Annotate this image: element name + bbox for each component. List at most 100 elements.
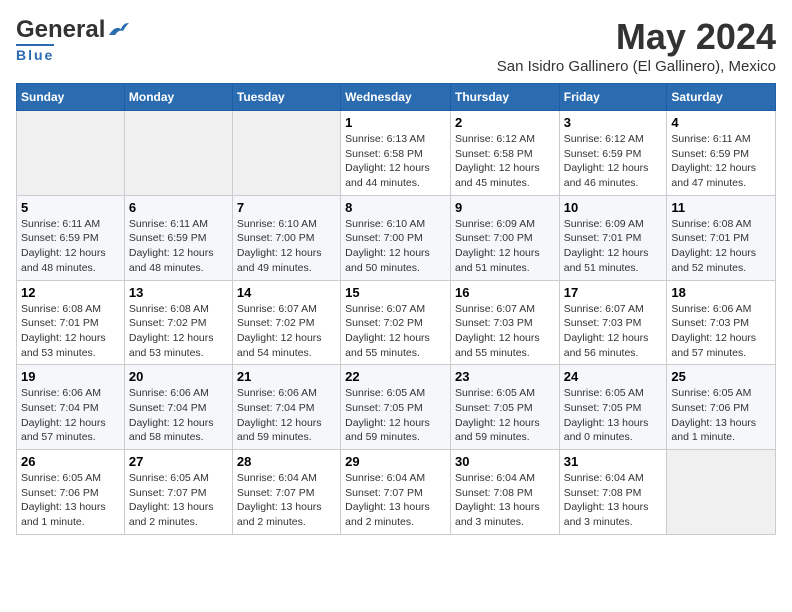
- day-number: 16: [455, 285, 555, 300]
- header-wednesday: Wednesday: [341, 84, 451, 111]
- header-friday: Friday: [559, 84, 667, 111]
- calendar-cell: 2Sunrise: 6:12 AMSunset: 6:58 PMDaylight…: [450, 111, 559, 196]
- page-header: General Blue May 2024 San Isidro Galline…: [16, 16, 776, 75]
- calendar-cell: 19Sunrise: 6:06 AMSunset: 7:04 PMDayligh…: [17, 365, 125, 450]
- calendar-cell: [124, 111, 232, 196]
- day-info: Sunrise: 6:06 AMSunset: 7:03 PMDaylight:…: [671, 302, 771, 361]
- header-saturday: Saturday: [667, 84, 776, 111]
- day-info: Sunrise: 6:11 AMSunset: 6:59 PMDaylight:…: [21, 217, 120, 276]
- day-info: Sunrise: 6:04 AMSunset: 7:08 PMDaylight:…: [564, 471, 663, 530]
- header-monday: Monday: [124, 84, 232, 111]
- calendar-cell: 22 Sunrise: 6:05 AMSunset: 7:05 PMDayligh…: [341, 365, 451, 450]
- day-number: 4: [671, 115, 771, 130]
- calendar-subtitle: San Isidro Gallinero (El Gallinero), Mex…: [497, 58, 776, 75]
- day-number: 20: [129, 369, 228, 384]
- day-info: Sunrise: 6:09 AMSunset: 7:00 PMDaylight:…: [455, 217, 555, 276]
- day-info: Sunrise: 6:04 AMSunset: 7:08 PMDaylight:…: [455, 471, 555, 530]
- day-info: Sunrise: 6:10 AMSunset: 7:00 PMDaylight:…: [237, 217, 336, 276]
- calendar-cell: 27 Sunrise: 6:05 AMSunset: 7:07 PMDayligh…: [124, 450, 232, 535]
- calendar-cell: 3 Sunrise: 6:12 AMSunset: 6:59 PMDaylight…: [559, 111, 667, 196]
- calendar-cell: 1 Sunrise: 6:13 AMSunset: 6:58 PMDaylight…: [341, 111, 451, 196]
- calendar-cell: 26 Sunrise: 6:05 AMSunset: 7:06 PMDayligh…: [17, 450, 125, 535]
- calendar-cell: 12 Sunrise: 6:08 AMSunset: 7:01 PMDayligh…: [17, 280, 125, 365]
- logo-blue: Blue: [16, 44, 54, 63]
- day-info: Sunrise: 6:09 AMSunset: 7:01 PMDaylight:…: [564, 217, 663, 276]
- day-number: 9: [455, 200, 555, 215]
- calendar-cell: 25 Sunrise: 6:05 AMSunset: 7:06 PMDayligh…: [667, 365, 776, 450]
- header-tuesday: Tuesday: [232, 84, 340, 111]
- calendar-cell: 13 Sunrise: 6:08 AMSunset: 7:02 PMDayligh…: [124, 280, 232, 365]
- day-info: Sunrise: 6:05 AMSunset: 7:07 PMDaylight:…: [129, 471, 228, 530]
- day-number: 1: [345, 115, 446, 130]
- calendar-cell: 4 Sunrise: 6:11 AMSunset: 6:59 PMDaylight…: [667, 111, 776, 196]
- day-info: Sunrise: 6:12 AMSunset: 6:59 PMDaylight:…: [564, 132, 663, 191]
- calendar-week-3: 12 Sunrise: 6:08 AMSunset: 7:01 PMDayligh…: [17, 280, 776, 365]
- day-number: 28: [237, 454, 336, 469]
- day-info: Sunrise: 6:06 AMSunset: 7:04 PMDaylight:…: [129, 386, 228, 445]
- calendar-week-4: 19Sunrise: 6:06 AMSunset: 7:04 PMDayligh…: [17, 365, 776, 450]
- calendar-cell: 31 Sunrise: 6:04 AMSunset: 7:08 PMDayligh…: [559, 450, 667, 535]
- day-info: Sunrise: 6:05 AMSunset: 7:05 PMDaylight:…: [345, 386, 446, 445]
- day-number: 11: [671, 200, 771, 215]
- day-info: Sunrise: 6:11 AMSunset: 6:59 PMDaylight:…: [129, 217, 228, 276]
- day-number: 12: [21, 285, 120, 300]
- day-number: 17: [564, 285, 663, 300]
- day-info: Sunrise: 6:06 AMSunset: 7:04 PMDaylight:…: [21, 386, 120, 445]
- day-info: Sunrise: 6:07 AMSunset: 7:02 PMDaylight:…: [345, 302, 446, 361]
- calendar-cell: 28 Sunrise: 6:04 AMSunset: 7:07 PMDayligh…: [232, 450, 340, 535]
- day-info: Sunrise: 6:07 AMSunset: 7:03 PMDaylight:…: [455, 302, 555, 361]
- day-number: 22: [345, 369, 446, 384]
- calendar-cell: 15Sunrise: 6:07 AMSunset: 7:02 PMDayligh…: [341, 280, 451, 365]
- calendar-week-2: 5 Sunrise: 6:11 AMSunset: 6:59 PMDaylight…: [17, 195, 776, 280]
- day-number: 10: [564, 200, 663, 215]
- day-number: 26: [21, 454, 120, 469]
- day-info: Sunrise: 6:10 AMSunset: 7:00 PMDaylight:…: [345, 217, 446, 276]
- calendar-cell: 8Sunrise: 6:10 AMSunset: 7:00 PMDaylight…: [341, 195, 451, 280]
- day-info: Sunrise: 6:04 AMSunset: 7:07 PMDaylight:…: [237, 471, 336, 530]
- logo-bird-icon: [107, 21, 129, 39]
- header-thursday: Thursday: [450, 84, 559, 111]
- calendar-cell: 10 Sunrise: 6:09 AMSunset: 7:01 PMDayligh…: [559, 195, 667, 280]
- calendar-cell: 9 Sunrise: 6:09 AMSunset: 7:00 PMDaylight…: [450, 195, 559, 280]
- day-info: Sunrise: 6:08 AMSunset: 7:01 PMDaylight:…: [21, 302, 120, 361]
- day-number: 27: [129, 454, 228, 469]
- day-info: Sunrise: 6:05 AMSunset: 7:06 PMDaylight:…: [671, 386, 771, 445]
- day-info: Sunrise: 6:06 AMSunset: 7:04 PMDaylight:…: [237, 386, 336, 445]
- day-info: Sunrise: 6:08 AMSunset: 7:02 PMDaylight:…: [129, 302, 228, 361]
- day-number: 6: [129, 200, 228, 215]
- day-number: 18: [671, 285, 771, 300]
- logo-general: General: [16, 16, 105, 44]
- calendar-cell: 21 Sunrise: 6:06 AMSunset: 7:04 PMDayligh…: [232, 365, 340, 450]
- calendar-cell: 11 Sunrise: 6:08 AMSunset: 7:01 PMDayligh…: [667, 195, 776, 280]
- day-number: 5: [21, 200, 120, 215]
- calendar-cell: [667, 450, 776, 535]
- calendar-week-5: 26 Sunrise: 6:05 AMSunset: 7:06 PMDayligh…: [17, 450, 776, 535]
- calendar-cell: [17, 111, 125, 196]
- calendar-header-row: Sunday Monday Tuesday Wednesday Thursday…: [17, 84, 776, 111]
- day-number: 21: [237, 369, 336, 384]
- day-info: Sunrise: 6:11 AMSunset: 6:59 PMDaylight:…: [671, 132, 771, 191]
- calendar-cell: 14Sunrise: 6:07 AMSunset: 7:02 PMDayligh…: [232, 280, 340, 365]
- calendar-cell: 24Sunrise: 6:05 AMSunset: 7:05 PMDayligh…: [559, 365, 667, 450]
- day-number: 13: [129, 285, 228, 300]
- day-info: Sunrise: 6:13 AMSunset: 6:58 PMDaylight:…: [345, 132, 446, 191]
- day-info: Sunrise: 6:07 AMSunset: 7:02 PMDaylight:…: [237, 302, 336, 361]
- day-number: 24: [564, 369, 663, 384]
- day-number: 31: [564, 454, 663, 469]
- calendar-cell: 7Sunrise: 6:10 AMSunset: 7:00 PMDaylight…: [232, 195, 340, 280]
- calendar-table: Sunday Monday Tuesday Wednesday Thursday…: [16, 83, 776, 535]
- calendar-title: May 2024: [497, 16, 776, 58]
- day-number: 3: [564, 115, 663, 130]
- day-info: Sunrise: 6:07 AMSunset: 7:03 PMDaylight:…: [564, 302, 663, 361]
- calendar-week-1: 1 Sunrise: 6:13 AMSunset: 6:58 PMDaylight…: [17, 111, 776, 196]
- calendar-cell: 5 Sunrise: 6:11 AMSunset: 6:59 PMDaylight…: [17, 195, 125, 280]
- day-info: Sunrise: 6:05 AMSunset: 7:06 PMDaylight:…: [21, 471, 120, 530]
- title-block: May 2024 San Isidro Gallinero (El Gallin…: [497, 16, 776, 75]
- header-sunday: Sunday: [17, 84, 125, 111]
- day-number: 23: [455, 369, 555, 384]
- day-number: 25: [671, 369, 771, 384]
- day-info: Sunrise: 6:08 AMSunset: 7:01 PMDaylight:…: [671, 217, 771, 276]
- day-info: Sunrise: 6:12 AMSunset: 6:58 PMDaylight:…: [455, 132, 555, 191]
- calendar-cell: 16 Sunrise: 6:07 AMSunset: 7:03 PMDayligh…: [450, 280, 559, 365]
- calendar-cell: 6 Sunrise: 6:11 AMSunset: 6:59 PMDaylight…: [124, 195, 232, 280]
